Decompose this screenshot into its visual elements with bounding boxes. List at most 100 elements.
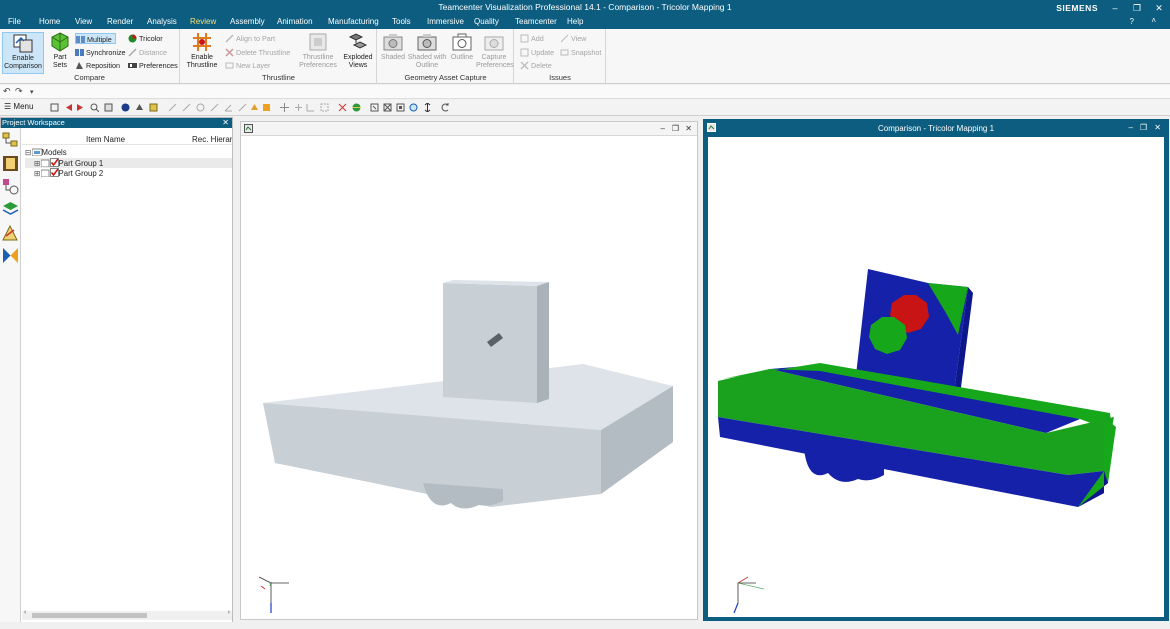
thrustline-preferences-button[interactable]: Thrustline Preferences — [298, 32, 338, 70]
scroll-left-icon[interactable]: ‹ — [24, 609, 26, 616]
project-workspace-close-icon[interactable]: ✕ — [222, 118, 229, 128]
reposition-button[interactable]: Reposition — [75, 60, 120, 71]
section-icon[interactable] — [280, 103, 289, 112]
render-mode-icon[interactable] — [121, 103, 130, 112]
distance-button[interactable]: Distance — [128, 47, 167, 58]
viewport-2-minimize-icon[interactable]: – — [1129, 123, 1133, 132]
split-icon[interactable] — [294, 103, 303, 112]
visibility-checkbox-icon[interactable] — [49, 158, 59, 167]
issue-snapshot-button[interactable]: Snapshot — [560, 47, 601, 58]
viewport-1-restore-icon[interactable]: ❐ — [672, 124, 679, 133]
outline-button[interactable]: Outline — [448, 32, 476, 62]
mark-icon[interactable] — [238, 103, 247, 112]
menu-animation[interactable]: Animation — [277, 17, 313, 26]
menu-teamcenter[interactable]: Teamcenter — [515, 17, 557, 26]
viewport-2-close-icon[interactable]: ✕ — [1154, 123, 1161, 132]
pan-vertical-icon[interactable] — [423, 103, 432, 112]
zoom-window-icon[interactable] — [370, 103, 379, 112]
annotation-icon[interactable] — [250, 103, 259, 112]
compare-preferences-button[interactable]: Preferences — [128, 60, 178, 71]
shaded-button[interactable]: Shaded — [379, 32, 407, 62]
synchronize-button[interactable]: Synchronize — [75, 47, 126, 58]
menu-analysis[interactable]: Analysis — [147, 17, 177, 26]
align-to-part-button[interactable]: Align to Part — [225, 33, 275, 44]
menu-assembly[interactable]: Assembly — [230, 17, 265, 26]
select-icon[interactable] — [50, 103, 59, 112]
globe-icon[interactable] — [352, 103, 361, 112]
compare-tool-icon[interactable] — [2, 247, 19, 264]
menu-review[interactable]: Review — [190, 17, 216, 26]
angle-icon[interactable] — [224, 103, 233, 112]
viewport-1-close-icon[interactable]: ✕ — [685, 124, 692, 133]
toolbar-menu-button[interactable]: ☰ Menu — [4, 102, 33, 111]
zoom-icon[interactable] — [90, 103, 99, 112]
help-icon[interactable]: ? — [1130, 17, 1134, 26]
menu-help[interactable]: Help — [567, 17, 583, 26]
viewport-comparison[interactable]: Comparison - Tricolor Mapping 1 – ❐ ✕ — [703, 119, 1169, 621]
capture-preferences-button[interactable]: Capture Preferences — [476, 32, 514, 70]
tree-row-part-group-2[interactable]: ⊞ Part Group 2 — [25, 168, 232, 178]
col-rec-hierarchy[interactable]: Rec. Hierarc — [192, 135, 232, 144]
tree-row-models[interactable]: ⊟ Models — [25, 148, 232, 158]
enable-thrustline-button[interactable]: Enable Thrustline — [184, 32, 220, 70]
perspective-icon[interactable] — [135, 103, 144, 112]
menu-immersive[interactable]: Immersive — [427, 17, 464, 26]
part-sets-button[interactable]: Part Sets — [47, 32, 73, 70]
line-icon[interactable] — [210, 103, 219, 112]
menu-file[interactable]: File — [8, 17, 21, 26]
restore-icon[interactable]: ❐ — [1128, 1, 1146, 15]
previous-view-icon[interactable] — [64, 103, 73, 112]
structure-tree-icon[interactable] — [2, 132, 19, 149]
rotate-icon[interactable] — [409, 103, 418, 112]
tree-row-part-group-1[interactable]: ⊞ Part Group 1 — [25, 158, 232, 168]
menu-manufacturing[interactable]: Manufacturing — [328, 17, 379, 26]
crop-icon[interactable] — [320, 103, 329, 112]
menu-render[interactable]: Render — [107, 17, 133, 26]
customize-toolbar-icon[interactable]: ▾ — [30, 88, 34, 96]
delete-thrustline-button[interactable]: Delete Thrustline — [225, 47, 290, 58]
reset-view-icon[interactable] — [441, 103, 450, 112]
axis-icon[interactable] — [306, 103, 315, 112]
issue-add-button[interactable]: Add — [520, 33, 544, 44]
minimize-icon[interactable]: – — [1106, 1, 1124, 15]
issue-delete-button[interactable]: Delete — [520, 60, 552, 71]
visibility-checkbox-icon[interactable] — [49, 168, 59, 177]
highlight-icon[interactable] — [262, 103, 271, 112]
next-view-icon[interactable] — [76, 103, 85, 112]
explode-icon[interactable] — [338, 103, 347, 112]
scroll-thumb[interactable] — [32, 613, 147, 618]
shaded-with-outline-button[interactable]: Shaded with Outline — [406, 32, 448, 70]
fit-icon[interactable] — [104, 103, 113, 112]
model-tricolor-render[interactable] — [708, 137, 1164, 617]
comparison-canvas[interactable] — [708, 137, 1164, 617]
issue-view-button[interactable]: View — [560, 33, 586, 44]
scroll-right-icon[interactable]: › — [228, 609, 230, 616]
measure-icon[interactable] — [168, 103, 177, 112]
redo-icon[interactable]: ↷ — [15, 86, 23, 97]
zoom-all-icon[interactable] — [396, 103, 405, 112]
close-icon[interactable]: ✕ — [1150, 1, 1168, 15]
multiple-button[interactable]: Multiple — [75, 33, 116, 44]
layers-icon[interactable] — [2, 201, 19, 218]
film-icon[interactable] — [2, 155, 19, 172]
cube-icon[interactable] — [149, 103, 158, 112]
undo-icon[interactable]: ↶ — [3, 86, 11, 97]
workspace-horizontal-scrollbar[interactable]: ‹ › — [22, 609, 232, 620]
menu-quality[interactable]: Quality — [474, 17, 499, 26]
issue-update-button[interactable]: Update — [520, 47, 554, 58]
zoom-fit-icon[interactable] — [383, 103, 392, 112]
menu-view[interactable]: View — [75, 17, 92, 26]
enable-comparison-button[interactable]: Enable Comparison — [2, 32, 44, 74]
viewport-part-group-1[interactable]: – ❐ ✕ y — [240, 121, 698, 620]
assembly-icon[interactable] — [2, 178, 19, 195]
circle-icon[interactable] — [196, 103, 205, 112]
col-item-name[interactable]: Item Name — [86, 135, 125, 144]
dimension-icon[interactable] — [182, 103, 191, 112]
model-gray-render[interactable]: y — [241, 137, 697, 619]
viewport-1-minimize-icon[interactable]: – — [661, 124, 665, 133]
menu-home[interactable]: Home — [39, 17, 60, 26]
viewport-2-restore-icon[interactable]: ❐ — [1140, 123, 1147, 132]
markup-icon[interactable] — [2, 224, 19, 241]
menu-tools[interactable]: Tools — [392, 17, 411, 26]
exploded-views-button[interactable]: Exploded Views — [340, 32, 376, 70]
